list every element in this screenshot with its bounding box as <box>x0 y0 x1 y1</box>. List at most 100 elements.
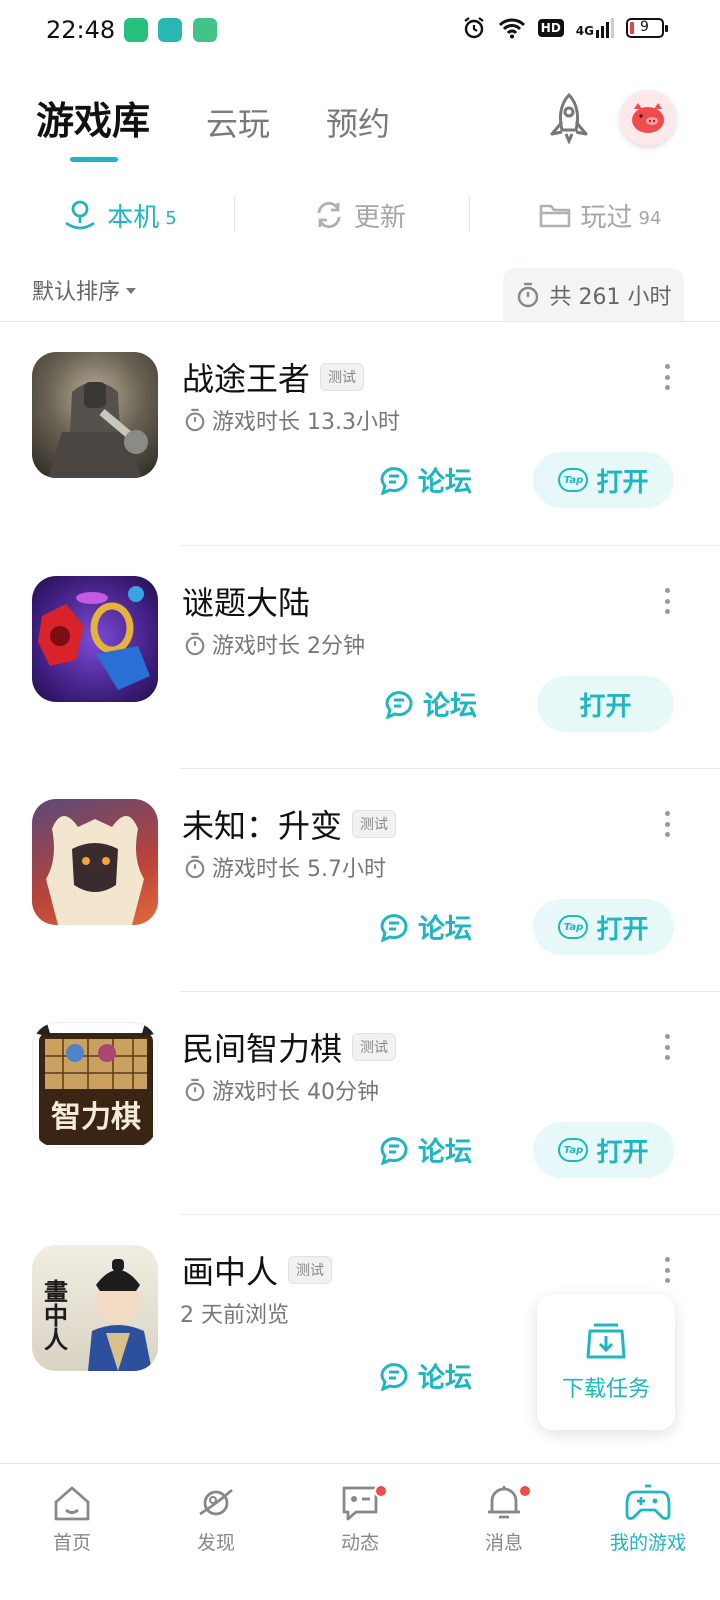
network-type: 4G <box>575 24 594 38</box>
open-label: 打开 <box>596 1137 649 1168</box>
game-icon-huazhongren[interactable]: 畫中人 <box>32 1245 158 1371</box>
sort-label: 默认排序 <box>32 280 121 305</box>
subtab-played-count: 94 <box>638 207 662 229</box>
nav-discover-label: 发现 <box>196 1532 235 1554</box>
forum-label: 论坛 <box>423 691 477 722</box>
rocket-icon[interactable] <box>544 92 594 144</box>
status-time: 22:48 <box>46 16 116 44</box>
test-badge: 测试 <box>352 810 397 838</box>
more-icon[interactable] <box>663 1257 671 1283</box>
tab-cloud-play[interactable]: 云玩 <box>206 99 270 145</box>
open-button[interactable]: Tap 打开 <box>533 1122 674 1178</box>
home-icon <box>54 1486 90 1521</box>
download-tasks-label: 下载任务 <box>561 1377 650 1402</box>
game-name: 画中人 <box>182 1253 279 1291</box>
subtab-divider <box>234 196 235 232</box>
forum-icon <box>380 913 408 942</box>
subtab-update-label: 更新 <box>353 202 406 233</box>
nav-messages[interactable]: 消息 <box>432 1464 576 1600</box>
nav-discover[interactable]: 发现 <box>144 1464 288 1600</box>
more-icon[interactable] <box>663 811 671 837</box>
game-name: 民间智力棋 <box>182 1030 343 1068</box>
open-label: 打开 <box>596 467 649 498</box>
open-button[interactable]: Tap 打开 <box>533 452 674 508</box>
game-item[interactable]: 谜题大陆 游戏时长 2分钟 论坛 打开 <box>0 546 720 770</box>
open-button[interactable]: Tap 打开 <box>533 899 674 955</box>
download-tasks-button[interactable]: 下载任务 <box>537 1294 675 1430</box>
forum-button[interactable]: 论坛 <box>378 460 472 499</box>
notification-dot <box>518 1484 532 1498</box>
sub-tabs: 本机 5 更新 玩过 94 <box>0 190 720 240</box>
forum-label: 论坛 <box>418 914 472 945</box>
nav-my-games[interactable]: 我的游戏 <box>576 1464 720 1600</box>
pig-avatar-icon <box>632 103 664 133</box>
test-badge: 测试 <box>352 1033 397 1061</box>
gamepad-icon <box>625 1484 671 1520</box>
timer-icon <box>185 632 205 656</box>
nav-my-games-label: 我的游戏 <box>609 1532 686 1554</box>
game-icon-zhantu[interactable] <box>32 352 158 478</box>
hd-indicator: HD <box>537 19 564 37</box>
sort-dropdown[interactable]: 默认排序 <box>32 274 137 306</box>
caret-down-icon <box>126 288 137 294</box>
total-playtime-text: 共 261 小时 <box>549 285 672 310</box>
boss-app-icon <box>158 18 182 42</box>
nav-home-label: 首页 <box>52 1532 91 1554</box>
tab-game-library[interactable]: 游戏库 <box>36 90 150 145</box>
bottom-nav: 首页 发现 动态 消息 我的游戏 <box>0 1463 720 1600</box>
subtab-update[interactable]: 更新 <box>240 190 480 240</box>
planet-icon <box>199 1488 233 1516</box>
game-name: 战途王者 <box>182 360 311 398</box>
gallery-app-icon <box>193 18 217 42</box>
nav-home[interactable]: 首页 <box>0 1464 144 1600</box>
timer-icon <box>185 1078 205 1102</box>
open-label: 打开 <box>579 691 632 722</box>
forum-label: 论坛 <box>418 1137 472 1168</box>
test-badge: 测试 <box>320 363 365 391</box>
timer-icon <box>185 855 205 879</box>
total-playtime: 共 261 小时 <box>503 268 684 322</box>
status-right: HD 4G 9 <box>462 16 668 40</box>
forum-button[interactable]: 论坛 <box>378 1356 472 1395</box>
notification-dot <box>374 1484 388 1498</box>
game-item[interactable]: 战途王者 测试 游戏时长 13.3小时 论坛 Tap 打开 <box>0 322 720 546</box>
forum-button[interactable]: 论坛 <box>383 684 477 723</box>
user-avatar[interactable] <box>620 90 676 146</box>
forum-label: 论坛 <box>418 1363 472 1394</box>
timer-icon <box>517 282 538 308</box>
download-icon <box>586 1323 626 1359</box>
top-tabs: 游戏库 云玩 预约 <box>36 90 390 145</box>
forum-icon <box>380 1136 408 1165</box>
tap-icon: Tap <box>558 915 589 939</box>
more-icon[interactable] <box>663 364 671 390</box>
wifi-icon <box>498 18 525 39</box>
game-playtime: 游戏时长 40分钟 <box>212 1080 379 1105</box>
more-icon[interactable] <box>663 1034 671 1060</box>
game-item[interactable]: 智力棋 民间智力棋 测试 游戏时长 40分钟 论坛 Tap 打开 <box>0 992 720 1216</box>
game-icon-miti[interactable] <box>32 576 158 702</box>
open-button[interactable]: 打开 <box>537 676 674 732</box>
game-icon-zhili[interactable]: 智力棋 <box>32 1022 158 1148</box>
subtab-played-label: 玩过 <box>580 202 633 233</box>
battery-icon: 9 <box>626 18 668 38</box>
subtab-local[interactable]: 本机 5 <box>0 190 240 240</box>
timer-icon <box>185 408 205 432</box>
game-playtime: 游戏时长 13.3小时 <box>212 410 400 435</box>
folder-icon <box>539 204 570 228</box>
game-item[interactable]: 未知：升变 测试 游戏时长 5.7小时 论坛 Tap 打开 <box>0 769 720 993</box>
refresh-icon <box>317 201 341 229</box>
battery-level: 9 <box>640 19 649 35</box>
forum-icon <box>380 1362 408 1391</box>
game-name: 谜题大陆 <box>182 584 311 622</box>
more-icon[interactable] <box>663 588 671 614</box>
game-icon-weizhi[interactable] <box>32 799 158 925</box>
subtab-played[interactable]: 玩过 94 <box>480 190 720 240</box>
forum-button[interactable]: 论坛 <box>378 1130 472 1169</box>
nav-feed[interactable]: 动态 <box>288 1464 432 1600</box>
forum-label: 论坛 <box>418 467 472 498</box>
alarm-icon <box>464 17 484 39</box>
forum-button[interactable]: 论坛 <box>378 907 472 946</box>
subtab-local-count: 5 <box>165 207 177 229</box>
tab-reservation[interactable]: 预约 <box>326 99 390 145</box>
local-device-icon <box>65 200 96 230</box>
